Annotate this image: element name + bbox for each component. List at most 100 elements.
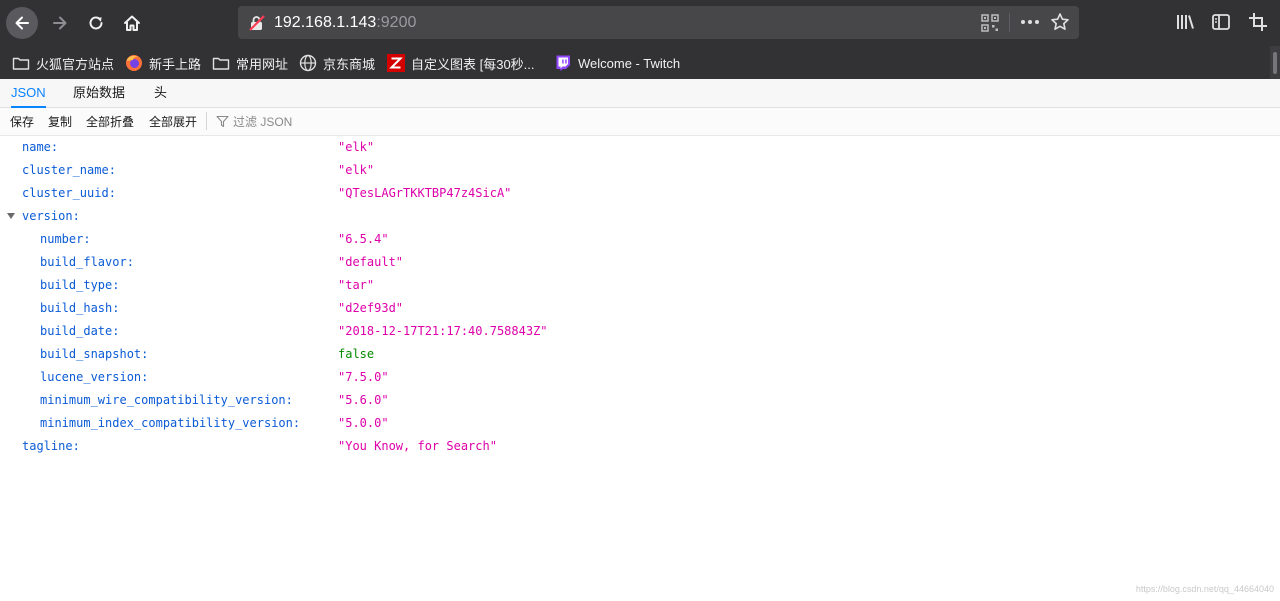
reload-icon [89,16,103,30]
json-value: "elk" [338,140,375,154]
home-button[interactable] [116,7,148,39]
bookmark-item[interactable]: 新手上路 [125,53,201,73]
expand-toggle-icon[interactable] [7,213,15,219]
json-key: minimum_index_compatibility_version: [40,416,301,430]
json-row[interactable]: cluster_name: "elk" [0,159,1280,182]
bookmark-label: 京东商城 [323,56,376,72]
json-value: "2018-12-17T21:17:40.758843Z" [338,324,548,338]
json-row[interactable]: build_flavor: "default" [0,251,1280,274]
json-key: build_type: [40,278,120,292]
json-value: "QTesLAGrTKKTBP47z4SicA" [338,186,512,200]
bookmark-label: 自定义图表 [每30秒... [411,56,535,72]
folder-icon [12,54,30,72]
json-key: lucene_version: [40,370,149,384]
bookmark-label: Welcome - Twitch [578,55,681,71]
json-value: "7.5.0" [338,370,389,384]
browser-chrome: 192.168.1.143:9200 火狐官方站点 新手上路 常用网址 京东商城 [0,0,1280,79]
json-key: cluster_uuid: [22,186,116,200]
bookmark-label: 常用网址 [236,56,289,72]
json-key: number: [40,232,91,246]
toolbar-separator [206,112,207,130]
json-toolbar: 保存 复制 全部折叠 全部展开 过滤 JSON [0,108,1280,136]
tab-headers[interactable]: 头 [154,79,167,107]
more-actions-icon[interactable] [1019,12,1041,32]
json-value: false [338,347,375,361]
screenshot-crop-icon[interactable] [1248,12,1268,32]
json-row[interactable]: tagline: "You Know, for Search" [0,435,1280,458]
firefox-icon [125,54,143,72]
json-value: "You Know, for Search" [338,439,497,453]
forward-button[interactable] [44,7,76,39]
tab-label: 头 [154,85,168,100]
viewer-tabs: JSON 原始数据 头 [0,79,1280,108]
json-row[interactable]: minimum_wire_compatibility_version: "5.6.… [0,389,1280,412]
json-value: "6.5.4" [338,232,389,246]
json-value: "5.6.0" [338,393,389,407]
bookmark-item[interactable]: 火狐官方站点 [12,53,114,73]
json-key: tagline: [22,439,80,453]
watermark: https://blog.csdn.net/qq_44664040 [1135,584,1274,594]
save-button[interactable]: 保存 [10,113,34,130]
json-key: cluster_name: [22,163,116,177]
twitch-icon [554,54,572,72]
tab-raw-data[interactable]: 原始数据 [73,79,125,107]
bookmark-star-icon[interactable] [1050,12,1070,32]
bookmarks-overflow-scrollbar[interactable] [1270,46,1280,79]
tab-json[interactable]: JSON [11,79,46,108]
json-row[interactable]: cluster_uuid: "QTesLAGrTKKTBP47z4SicA" [0,182,1280,205]
bookmark-label: 火狐官方站点 [36,56,115,72]
navigation-bar: 192.168.1.143:9200 [0,0,1280,46]
json-row[interactable]: lucene_version: "7.5.0" [0,366,1280,389]
json-row[interactable]: minimum_index_compatibility_version: "5.0… [0,412,1280,435]
json-value: "default" [338,255,404,269]
tab-label: JSON [11,85,46,100]
bookmark-item[interactable]: Welcome - Twitch [554,53,680,73]
library-icon[interactable] [1175,12,1195,32]
expand-all-button[interactable]: 全部展开 [149,113,197,130]
arrow-right-icon [53,16,67,30]
arrow-left-icon [15,16,29,30]
json-row[interactable]: name: "elk" [0,136,1280,159]
url-host: 192.168.1.143 [274,14,377,31]
filter-icon [216,115,229,128]
bookmark-item[interactable]: 常用网址 [212,53,288,73]
json-value: "elk" [338,163,375,177]
qr-code-icon[interactable] [981,14,999,32]
z-logo-icon [387,54,405,72]
url-port: :9200 [376,14,417,31]
json-key: version: [22,209,80,223]
reload-button[interactable] [80,7,112,39]
json-row[interactable]: version: [0,205,1280,228]
json-value: "tar" [338,278,375,292]
json-value: "d2ef93d" [338,301,404,315]
bookmark-item[interactable]: 京东商城 [299,53,375,73]
collapse-all-button[interactable]: 全部折叠 [86,113,134,130]
url-bar[interactable]: 192.168.1.143:9200 [238,6,1079,39]
bookmark-item[interactable]: 自定义图表 [每30秒... [387,53,535,73]
url-bar-separator [1009,13,1010,32]
bookmark-label: 新手上路 [149,56,202,72]
back-button[interactable] [6,7,38,39]
json-row[interactable]: build_snapshot: false [0,343,1280,366]
bookmarks-toolbar: 火狐官方站点 新手上路 常用网址 京东商城 自定义图表 [每30秒... Wel… [0,46,1280,79]
json-row[interactable]: build_type: "tar" [0,274,1280,297]
filter-placeholder: 过滤 JSON [233,115,293,129]
json-row[interactable]: number: "6.5.4" [0,228,1280,251]
json-key: build_date: [40,324,120,338]
json-key: build_snapshot: [40,347,149,361]
copy-button[interactable]: 复制 [48,113,72,130]
json-key: build_hash: [40,301,120,315]
json-key: minimum_wire_compatibility_version: [40,393,293,407]
json-row[interactable]: build_date: "2018-12-17T21:17:40.758843Z" [0,320,1280,343]
url-text[interactable]: 192.168.1.143:9200 [274,14,416,32]
filter-json-input[interactable]: 过滤 JSON [216,113,292,130]
globe-icon [299,54,317,72]
home-icon [124,15,140,31]
folder-icon [212,54,230,72]
insecure-lock-icon [249,15,265,31]
scrollbar-thumb[interactable] [1273,52,1277,74]
json-key: build_flavor: [40,255,134,269]
json-value: "5.0.0" [338,416,389,430]
json-row[interactable]: build_hash: "d2ef93d" [0,297,1280,320]
sidebar-icon[interactable] [1211,12,1231,32]
